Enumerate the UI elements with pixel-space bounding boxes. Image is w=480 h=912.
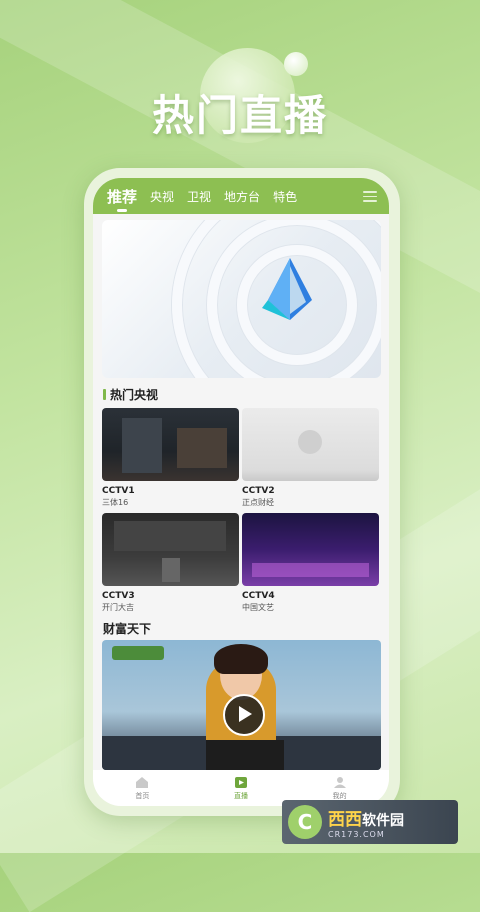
channel-card-cctv2[interactable]: CCTV2 正点财经 bbox=[242, 408, 379, 508]
section-title-wealth: 财富天下 bbox=[103, 622, 152, 636]
live-icon bbox=[234, 776, 247, 788]
nav-live[interactable]: 直播 bbox=[206, 776, 276, 801]
play-button[interactable] bbox=[223, 694, 265, 736]
profile-icon bbox=[333, 776, 346, 788]
nav-profile[interactable]: 我的 bbox=[305, 776, 375, 801]
nav-home[interactable]: 首页 bbox=[107, 776, 177, 801]
channel-thumbnail bbox=[102, 513, 239, 586]
tab-recommend[interactable]: 推荐 bbox=[107, 186, 137, 212]
tab-satellite[interactable]: 卫视 bbox=[187, 188, 211, 205]
category-tab-bar: 推荐 央视 卫视 地方台 特色 bbox=[93, 178, 389, 214]
tab-featured[interactable]: 特色 bbox=[273, 188, 297, 205]
tab-cctv[interactable]: 央视 bbox=[150, 188, 174, 205]
app-screen: 推荐 央视 卫视 地方台 特色 热门央视 CCTV1 三体16 CCTV2 正点… bbox=[93, 178, 389, 806]
hero-title: 热门直播 bbox=[151, 91, 328, 140]
featured-video[interactable] bbox=[102, 640, 381, 770]
channel-card-cctv4[interactable]: CCTV4 中国文艺 bbox=[242, 513, 379, 613]
channel-card-cctv1[interactable]: CCTV1 三体16 bbox=[102, 408, 239, 508]
featured-banner[interactable] bbox=[102, 220, 381, 378]
crystal-logo-icon bbox=[262, 258, 312, 320]
channel-thumbnail bbox=[242, 408, 379, 481]
channel-thumbnail bbox=[102, 408, 239, 481]
section-marker bbox=[103, 389, 106, 400]
channel-card-cctv3[interactable]: CCTV3 开门大吉 bbox=[102, 513, 239, 613]
tab-local[interactable]: 地方台 bbox=[224, 188, 260, 205]
section-title-cctv: 热门央视 bbox=[103, 386, 158, 403]
menu-icon[interactable] bbox=[363, 191, 377, 202]
site-watermark: C 西西软件园 CR173.COM bbox=[282, 800, 458, 844]
home-icon bbox=[136, 776, 149, 788]
decorative-bubble bbox=[284, 52, 308, 76]
main-content[interactable]: 热门央视 CCTV1 三体16 CCTV2 正点财经 CCTV3 开门大吉 CC… bbox=[93, 214, 389, 770]
watermark-logo-icon: C bbox=[288, 805, 322, 839]
channel-thumbnail bbox=[242, 513, 379, 586]
